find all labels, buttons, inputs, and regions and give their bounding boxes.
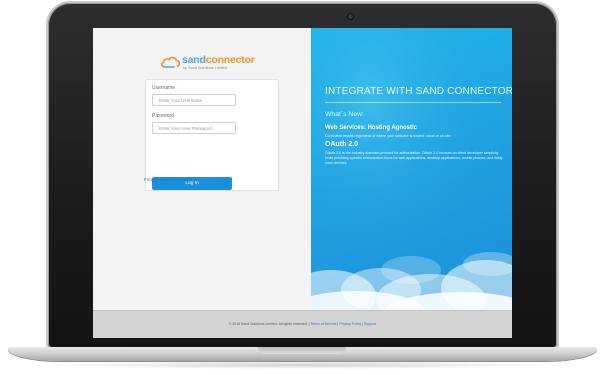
- laptop-notch: [258, 347, 346, 354]
- promo-panel: INTEGRATE WITH SAND CONNECTOR What`s New…: [311, 28, 512, 310]
- copyright-text: © 2019 Sand Solutions Limited. All right…: [228, 322, 311, 326]
- whats-new-heading: What`s New:: [325, 111, 364, 118]
- login-panel: sandconnector by Sand Solutions Limited …: [93, 28, 311, 310]
- feature-oauth-text: OAuth 2.0 is the industry-standard proto…: [325, 151, 503, 166]
- username-input[interactable]: [152, 94, 236, 106]
- logo-word-connector: connector: [205, 54, 255, 66]
- password-label: Password: [152, 113, 174, 119]
- login-card: Username Password Log In: [145, 79, 279, 191]
- logo-word-sand: sand: [182, 54, 206, 66]
- logo-wordmark: sandconnector: [182, 54, 255, 66]
- footer-text: © 2019 Sand Solutions Limited. All right…: [93, 322, 512, 326]
- feature-web-services-text: Consistent results regardless of where y…: [325, 134, 452, 138]
- feature-oauth-title: OAuth 2.0: [325, 141, 359, 148]
- password-input[interactable]: [152, 122, 236, 134]
- laptop-shadow: [40, 361, 565, 369]
- page-footer: © 2019 Sand Solutions Limited. All right…: [93, 310, 512, 338]
- laptop-screen: sandconnector by Sand Solutions Limited …: [93, 28, 512, 338]
- feature-web-services-title: Web Services: Hosting Agnostic: [325, 125, 418, 131]
- promo-divider: [325, 102, 501, 103]
- support-link[interactable]: Support: [364, 322, 376, 326]
- promo-title: INTEGRATE WITH SAND CONNECTOR: [325, 86, 512, 97]
- terms-link[interactable]: Terms of Service: [310, 322, 336, 326]
- logo-tagline: by Sand Solutions Limited: [183, 66, 227, 70]
- username-label: Username: [152, 85, 176, 91]
- sky-background: [311, 28, 512, 310]
- sandconnector-logo: sandconnector by Sand Solutions Limited: [160, 54, 260, 73]
- privacy-link[interactable]: Privacy Policy: [339, 322, 361, 326]
- forgot-password-link[interactable]: Forgot Your Password?: [144, 177, 192, 182]
- webcam-icon: [348, 14, 353, 19]
- cloud-logo-icon: [161, 56, 181, 68]
